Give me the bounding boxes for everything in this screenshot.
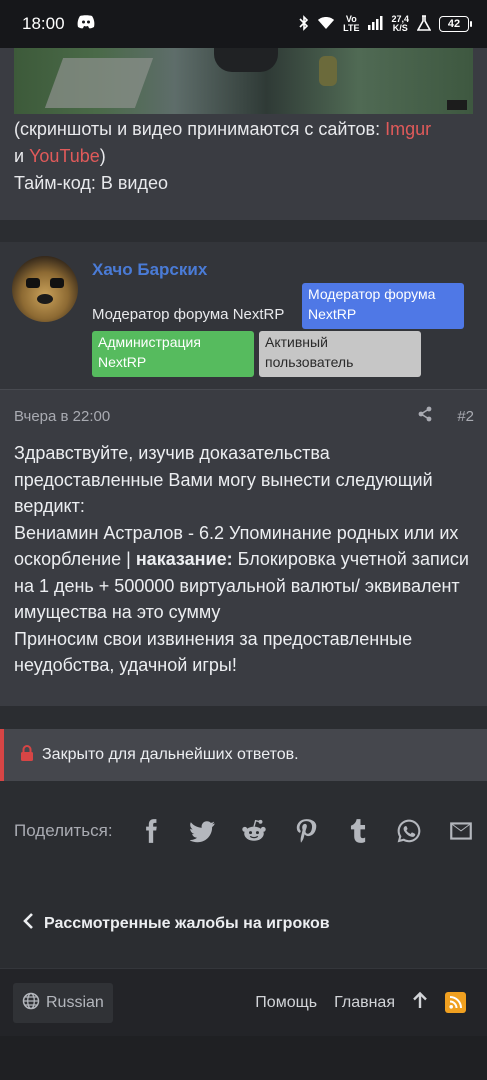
wifi-icon [317,16,335,33]
badge-moderator: Модератор форума NextRP [302,283,464,329]
flask-icon [416,14,432,34]
share-icon[interactable] [417,406,433,426]
status-bar: 18:00 Vo LTE 27,4 K/S 42 [0,0,487,48]
language-chooser[interactable]: Russian [13,983,113,1023]
reddit-icon[interactable] [241,818,267,844]
previous-post: (скриншоты и видео принимаются с сайтов:… [0,48,487,220]
bluetooth-icon [299,14,309,34]
globe-icon [22,992,40,1015]
share-bar: Поделиться: [14,812,474,850]
twitter-icon[interactable] [189,818,216,844]
post-number[interactable]: #2 [457,408,474,425]
footer: Russian Помощь Главная [0,968,487,1036]
badge-active-user: Активный пользователь [259,331,421,377]
youtube-link[interactable]: YouTube [29,146,100,166]
breadcrumb-back-label: Рассмотренные жалобы на игроков [44,914,330,932]
post-date[interactable]: Вчера в 22:00 [14,408,110,425]
network-type: Vo LTE [343,14,360,33]
home-link[interactable]: Главная [334,994,395,1012]
arrow-up-icon[interactable] [412,991,428,1014]
facebook-icon[interactable] [138,818,164,844]
footer-bottom [0,1036,487,1080]
signal-icon [367,15,383,33]
badge-administration: Администрация NextRP [92,331,254,377]
locked-notice: Закрыто для дальнейших ответов. [0,729,487,781]
discord-icon [77,14,95,34]
tumblr-icon[interactable] [345,818,371,844]
locked-text: Закрыто для дальнейших ответов. [42,746,299,763]
lock-icon [20,744,34,766]
share-label: Поделиться: [14,821,113,840]
footer-links: Помощь Главная [255,991,466,1014]
avatar[interactable] [12,256,78,322]
post-paragraph: Здравствуйте, изучив доказательства пред… [14,443,433,516]
post-author-header: Хачо Барских Модератор форума NextRP Мод… [0,242,487,390]
help-link[interactable]: Помощь [255,994,317,1012]
email-icon[interactable] [448,818,474,844]
language-label: Russian [46,994,104,1011]
status-time: 18:00 [22,14,65,33]
post-paragraph: Приносим свои извинения за предоставленн… [14,628,413,676]
post: Хачо Барских Модератор форума NextRP Мод… [0,242,487,706]
whatsapp-icon[interactable] [396,818,422,844]
breadcrumb-back[interactable]: Рассмотренные жалобы на игроков [22,912,330,935]
chevron-left-icon [22,912,34,935]
post-body: Здравствуйте, изучив доказательства пред… [14,440,476,679]
network-speed: 27,4 K/S [391,14,409,33]
rss-icon[interactable] [445,992,466,1013]
previous-post-text: (скриншоты и видео принимаются с сайтов:… [14,119,432,193]
pinterest-icon[interactable] [293,818,319,844]
user-title: Модератор форума NextRP [92,306,285,323]
username[interactable]: Хачо Барских [92,260,207,280]
imgur-link[interactable]: Imgur [385,119,431,139]
post-meta: Вчера в 22:00 #2 [14,406,474,426]
post-paragraph-verdict: Вениамин Астралов - 6.2 Упоминание родны… [14,522,469,623]
battery-indicator: 42 [439,16,472,32]
game-screenshot[interactable] [14,48,473,114]
